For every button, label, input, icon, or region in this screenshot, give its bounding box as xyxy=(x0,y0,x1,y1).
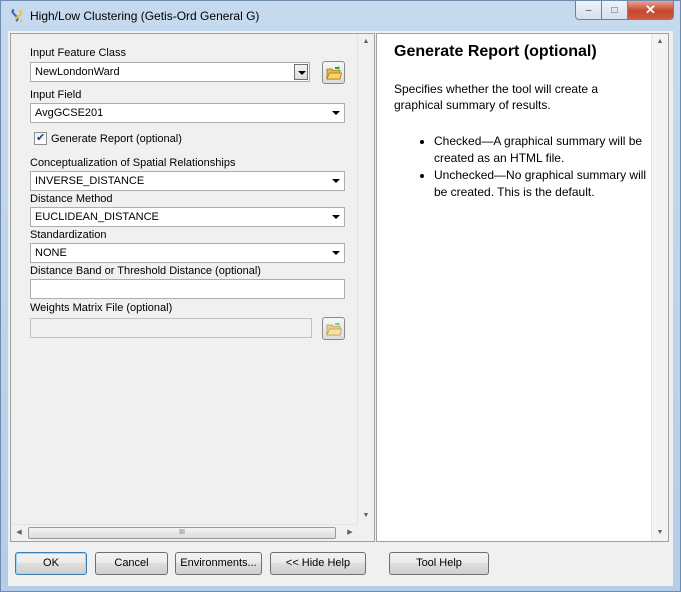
input-feature-class-value: NewLondonWard xyxy=(35,66,120,78)
weights-matrix-input[interactable] xyxy=(30,318,312,338)
scroll-corner xyxy=(357,524,374,541)
browse-feature-class-button[interactable] xyxy=(322,61,345,84)
input-feature-class-combo[interactable]: NewLondonWard xyxy=(30,62,310,82)
scroll-up-icon[interactable]: ▲ xyxy=(652,34,668,50)
environments-button[interactable]: Environments... xyxy=(175,552,262,575)
chevron-down-icon xyxy=(332,251,340,255)
chevron-down-icon xyxy=(332,111,340,115)
help-option-unchecked: Unchecked—No graphical summary will be c… xyxy=(434,167,649,201)
standardization-value: NONE xyxy=(35,247,67,259)
cancel-button[interactable]: Cancel xyxy=(95,552,168,575)
input-field-label: Input Field xyxy=(30,89,82,101)
scroll-down-icon[interactable]: ▼ xyxy=(652,525,668,541)
chevron-down-icon xyxy=(332,215,340,219)
help-description: Specifies whether the tool will create a… xyxy=(394,82,599,112)
parameters-vertical-scrollbar[interactable]: ▲ ▼ xyxy=(357,34,374,524)
scroll-up-icon[interactable]: ▲ xyxy=(358,34,374,50)
distance-method-value: EUCLIDEAN_DISTANCE xyxy=(35,211,159,223)
distance-band-input[interactable] xyxy=(30,279,345,299)
standardization-label: Standardization xyxy=(30,229,107,241)
scroll-down-icon[interactable]: ▼ xyxy=(358,508,374,524)
help-vertical-scrollbar[interactable]: ▲ ▼ xyxy=(651,34,668,541)
distance-method-label: Distance Method xyxy=(30,193,113,205)
help-pane: Generate Report (optional) Specifies whe… xyxy=(376,33,669,542)
dialog-client-area: Input Feature Class NewLondonWard Input … xyxy=(8,31,673,586)
conceptualization-combo[interactable]: INVERSE_DISTANCE xyxy=(30,171,345,191)
input-field-combo[interactable]: AvgGCSE201 xyxy=(30,103,345,123)
chevron-down-icon xyxy=(332,179,340,183)
dialog-window: High/Low Clustering (Getis-Ord General G… xyxy=(0,0,681,592)
browse-weights-matrix-button[interactable] xyxy=(322,317,345,340)
hide-help-button[interactable]: << Hide Help xyxy=(270,552,366,575)
window-title: High/Low Clustering (Getis-Ord General G… xyxy=(30,9,260,23)
ok-button[interactable]: OK xyxy=(15,552,87,575)
folder-browse-icon xyxy=(326,66,342,80)
input-feature-class-label: Input Feature Class xyxy=(30,47,126,59)
maximize-button[interactable]: □ xyxy=(602,1,628,20)
parameters-pane: Input Feature Class NewLondonWard Input … xyxy=(10,33,375,542)
scroll-left-icon[interactable]: ◀ xyxy=(11,525,27,541)
help-option-checked: Checked—A graphical summary will be crea… xyxy=(434,133,649,167)
generate-report-row[interactable]: Generate Report (optional) xyxy=(34,131,182,145)
generate-report-checkbox[interactable] xyxy=(34,131,47,145)
conceptualization-value: INVERSE_DISTANCE xyxy=(35,175,145,187)
scroll-right-icon[interactable]: ▶ xyxy=(342,525,358,541)
weights-matrix-label: Weights Matrix File (optional) xyxy=(30,302,173,314)
help-title: Generate Report (optional) xyxy=(394,43,597,60)
window-controls: ‒ □ ✕ xyxy=(575,1,674,21)
help-options-list: Checked—A graphical summary will be crea… xyxy=(394,133,649,201)
input-field-value: AvgGCSE201 xyxy=(35,107,104,119)
conceptualization-label: Conceptualization of Spatial Relationshi… xyxy=(30,157,236,169)
chevron-down-icon[interactable] xyxy=(294,64,308,80)
close-button[interactable]: ✕ xyxy=(628,1,674,20)
generate-report-label: Generate Report (optional) xyxy=(51,132,182,145)
folder-browse-icon xyxy=(326,322,342,336)
minimize-button[interactable]: ‒ xyxy=(575,1,602,20)
python-script-icon xyxy=(11,9,23,23)
distance-method-combo[interactable]: EUCLIDEAN_DISTANCE xyxy=(30,207,345,227)
title-bar[interactable]: High/Low Clustering (Getis-Ord General G… xyxy=(1,1,680,31)
distance-band-label: Distance Band or Threshold Distance (opt… xyxy=(30,265,261,277)
horizontal-scroll-thumb[interactable]: III xyxy=(28,527,336,539)
parameters-horizontal-scrollbar[interactable]: ◀ III ▶ xyxy=(11,524,358,541)
standardization-combo[interactable]: NONE xyxy=(30,243,345,263)
tool-help-button[interactable]: Tool Help xyxy=(389,552,489,575)
